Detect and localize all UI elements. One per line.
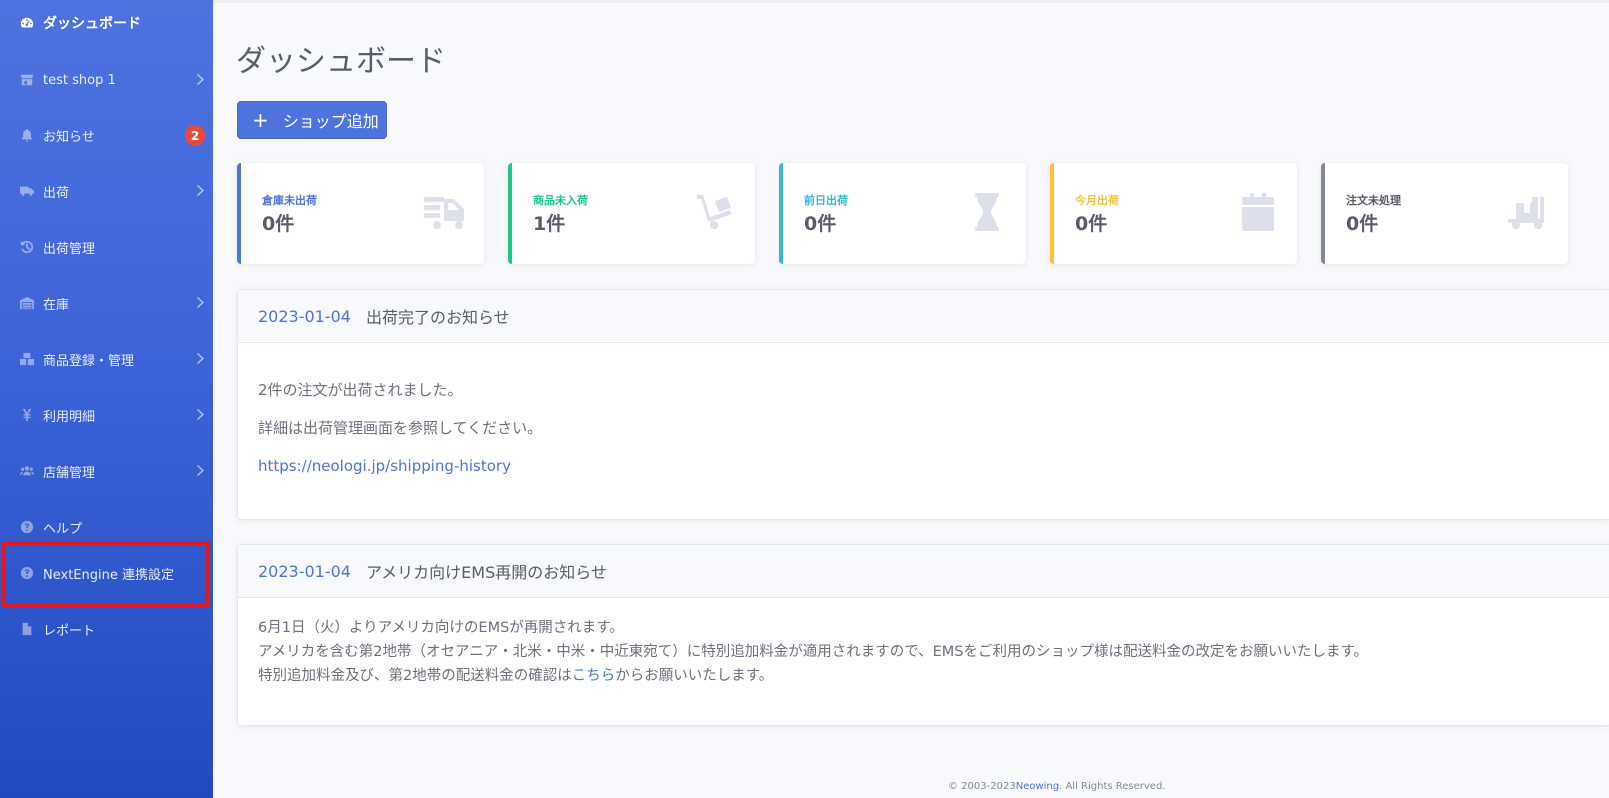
hourglass-icon: [966, 193, 1008, 231]
chevron-right-icon: [197, 184, 205, 197]
notice-text: 詳細は出荷管理画面を参照してください。: [258, 419, 543, 437]
store-icon: [18, 72, 35, 89]
sidebar-item-report[interactable]: レポート: [0, 609, 213, 649]
sidebar-item-label: 利用明細: [43, 409, 96, 425]
footer-copyright: © 2003-2023Neowing. All Rights Reserved.: [948, 781, 1165, 792]
sidebar-item-label: お知らせ: [43, 129, 95, 145]
notice-text: 特別追加料金及び、第2地帯の配送料金の確認はこちらからお願いいたします。: [258, 664, 1609, 688]
warehouse-icon: [18, 295, 35, 312]
stat-card-value: 1件: [533, 213, 566, 235]
sidebar-brand-label: ダッシュボード: [43, 16, 141, 32]
question-circle-icon: [18, 519, 35, 536]
notice-body: 6月1日（火）よりアメリカ向けのEMSが再開されます。 アメリカを含む第2地帯（…: [238, 616, 1609, 688]
notice-text-part: 特別追加料金及び、第2地帯の配送料金の確認は: [258, 668, 572, 684]
notice-text: アメリカを含む第2地帯（オセアニア・北米・中米・中近東宛て）に特別追加料金が適用…: [258, 644, 1369, 660]
copyright-text: © 2003-2023: [948, 781, 1016, 792]
sidebar-item-label: ヘルプ: [43, 521, 83, 537]
users-icon: [18, 463, 35, 480]
sidebar: ダッシュボード test shop 1 お知らせ 2 出荷 出荷管理 在庫 商品…: [0, 0, 213, 798]
page-title: ダッシュボード: [236, 44, 446, 79]
stat-card-label: 注文未処理: [1346, 194, 1401, 207]
chevron-right-icon: [197, 73, 205, 86]
stat-card-value: 0件: [262, 213, 295, 235]
sidebar-item-label: 出荷管理: [43, 241, 96, 257]
stat-card-value: 0件: [804, 213, 837, 235]
sidebar-item-store-management[interactable]: 店舗管理: [0, 451, 213, 491]
sidebar-item-products[interactable]: 商品登録・管理: [0, 339, 213, 379]
sidebar-item-label: test shop 1: [43, 72, 116, 88]
notice-text: 6月1日（火）よりアメリカ向けのEMSが再開されます。: [258, 620, 624, 636]
stat-card-warehouse-unshipped: 倉庫未出荷 0件: [237, 163, 484, 264]
company-link[interactable]: Neowing: [1016, 781, 1059, 792]
sidebar-item-label: 商品登録・管理: [43, 353, 135, 369]
sidebar-item-label: レポート: [43, 623, 96, 639]
rates-link[interactable]: こちら: [572, 668, 616, 684]
notice-header: 2023-01-04 出荷完了のお知らせ: [238, 290, 1609, 343]
stat-card-label: 前日出荷: [804, 194, 848, 207]
notice-text-part: からお願いいたします。: [615, 668, 774, 684]
sidebar-item-billing[interactable]: 利用明細: [0, 395, 213, 435]
topbar-divider: [213, 0, 1609, 3]
chevron-right-icon: [197, 296, 205, 309]
dolly-flatbed-icon: [1508, 193, 1550, 231]
highlight-annotation-box: [2, 541, 210, 607]
notice-body: 2件の注文が出荷されました。 詳細は出荷管理画面を参照してください。 https…: [238, 379, 1609, 475]
sidebar-item-inventory[interactable]: 在庫: [0, 283, 213, 323]
sidebar-brand-dashboard[interactable]: ダッシュボード: [0, 3, 213, 43]
calendar-icon: [1237, 193, 1279, 231]
sidebar-item-shipping[interactable]: 出荷: [0, 171, 213, 211]
notice-date: 2023-01-04: [258, 561, 351, 581]
yen-icon: [18, 407, 35, 424]
boxes-icon: [18, 351, 35, 368]
sidebar-item-shop[interactable]: test shop 1: [0, 60, 213, 100]
add-shop-button[interactable]: + ショップ追加: [237, 101, 387, 139]
notice-text: 2件の注文が出荷されました。: [258, 381, 463, 399]
history-icon: [18, 239, 35, 256]
truck-icon: [18, 183, 35, 200]
file-icon: [18, 621, 35, 638]
chevron-right-icon: [197, 352, 205, 365]
notification-count-badge: 2: [185, 125, 205, 146]
notice-title: アメリカ向けEMS再開のお知らせ: [365, 563, 607, 582]
chevron-right-icon: [197, 464, 205, 477]
stat-card-previous-day-shipped: 前日出荷 0件: [779, 163, 1026, 264]
stat-card-label: 商品未入荷: [533, 194, 588, 207]
sidebar-item-shipping-management[interactable]: 出荷管理: [0, 227, 213, 267]
sidebar-item-label: 店舗管理: [43, 465, 96, 481]
stat-card-label: 倉庫未出荷: [262, 194, 317, 207]
notice-title: 出荷完了のお知らせ: [365, 308, 510, 327]
truck-loading-icon: [424, 193, 466, 231]
sidebar-item-notices[interactable]: お知らせ 2: [0, 115, 213, 155]
notice-header: 2023-01-04 アメリカ向けEMS再開のお知らせ: [238, 545, 1609, 598]
stat-card-products-not-received: 商品未入荷 1件: [508, 163, 755, 264]
main-content: ダッシュボード + ショップ追加 倉庫未出荷 0件 商品未入荷 1件 前日出荷 …: [213, 0, 1609, 798]
sidebar-item-label: 出荷: [43, 185, 70, 201]
stat-card-value: 0件: [1075, 213, 1108, 235]
stat-card-unprocessed-orders: 注文未処理 0件: [1321, 163, 1568, 264]
notice-panel: 2023-01-04 アメリカ向けEMS再開のお知らせ 6月1日（火）よりアメリ…: [237, 544, 1609, 726]
plus-icon: +: [252, 108, 269, 132]
gauge-icon: [18, 15, 35, 32]
bell-icon: [18, 127, 35, 144]
notice-date: 2023-01-04: [258, 306, 351, 326]
notice-panel: 2023-01-04 出荷完了のお知らせ 2件の注文が出荷されました。 詳細は出…: [237, 289, 1609, 520]
sidebar-item-label: 在庫: [43, 297, 70, 313]
stat-card-value: 0件: [1346, 213, 1379, 235]
shipping-history-link[interactable]: https://neologi.jp/shipping-history: [258, 457, 511, 475]
add-shop-label: ショップ追加: [282, 112, 379, 131]
dolly-icon: [695, 193, 737, 231]
stat-card-label: 今月出荷: [1075, 194, 1119, 207]
copyright-text: . All Rights Reserved.: [1059, 781, 1166, 792]
stat-card-this-month-shipped: 今月出荷 0件: [1050, 163, 1297, 264]
chevron-right-icon: [197, 408, 205, 421]
